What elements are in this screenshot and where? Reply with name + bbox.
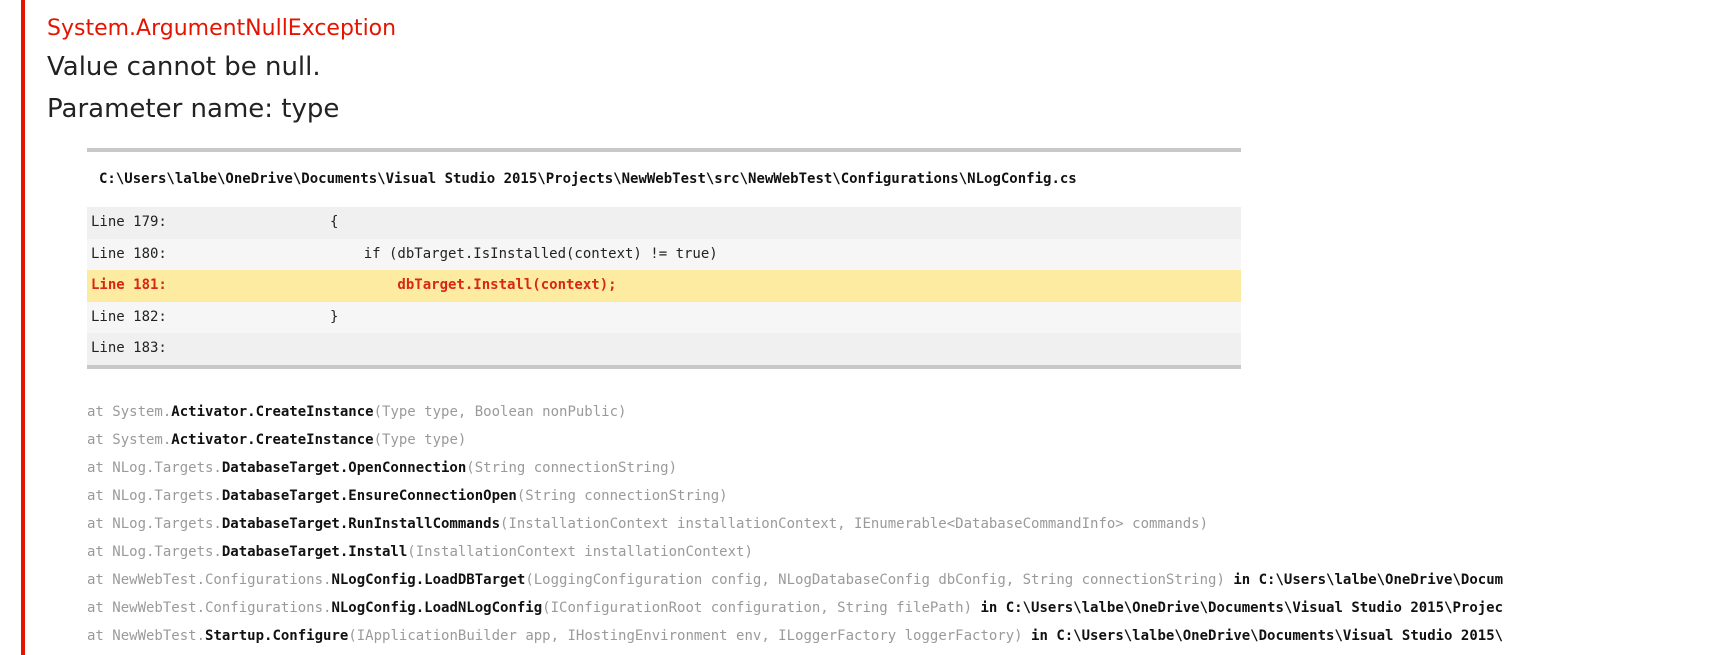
frame-args: (String connectionString) — [516, 488, 728, 504]
stack-frame: at NewWebTest.Configurations.NLogConfig.… — [87, 594, 1503, 622]
frame-args: (IConfigurationRoot configuration, Strin… — [542, 600, 973, 616]
code-line: Line 179: { — [87, 207, 1241, 239]
line-number: Line 182: — [91, 308, 167, 325]
error-accent-bar — [21, 0, 25, 655]
line-number: Line 179: — [91, 214, 167, 230]
line-code: if (dbTarget.IsInstalled(context) != tru… — [330, 245, 718, 262]
frame-args: (String connectionString) — [466, 460, 678, 476]
line-code: dbTarget.Install(context); — [330, 277, 617, 293]
line-code: } — [330, 308, 339, 325]
stack-frame: at NewWebTest.Startup.Configure(IApplica… — [87, 622, 1503, 650]
frame-namespace: at NewWebTest. — [87, 628, 206, 644]
line-code: { — [330, 214, 339, 230]
frame-args: (LoggingConfiguration config, NLogDataba… — [525, 572, 1225, 588]
source-code-panel: C:\Users\lalbe\OneDrive\Documents\Visual… — [87, 148, 1241, 369]
line-number: Line 181: — [91, 277, 167, 293]
frame-namespace: at System. — [87, 432, 172, 448]
frame-method: NLogConfig.LoadDBTarget — [331, 572, 526, 588]
frame-method: Activator.CreateInstance — [171, 432, 374, 448]
stack-frame: at NLog.Targets.DatabaseTarget.Install(I… — [87, 538, 1503, 566]
source-file-path: C:\Users\lalbe\OneDrive\Documents\Visual… — [87, 152, 1241, 207]
code-line: Line 183: — [87, 333, 1241, 365]
frame-location: in C:\Users\lalbe\OneDrive\Documents\Vis… — [1022, 628, 1504, 644]
exception-parameter: Parameter name: type — [47, 94, 340, 124]
code-line-highlighted: Line 181: dbTarget.Install(context); — [87, 270, 1241, 302]
frame-namespace: at NLog.Targets. — [87, 488, 222, 504]
frame-namespace: at NLog.Targets. — [87, 460, 222, 476]
stack-frame: at NLog.Targets.DatabaseTarget.EnsureCon… — [87, 482, 1503, 510]
frame-namespace: at NLog.Targets. — [87, 516, 222, 532]
code-line: Line 180: if (dbTarget.IsInstalled(conte… — [87, 238, 1241, 270]
frame-args: (Type type) — [373, 432, 467, 448]
exception-message: Value cannot be null. — [47, 52, 321, 82]
line-number: Line 183: — [91, 340, 167, 356]
frame-args: (Type type, Boolean nonPublic) — [373, 404, 627, 420]
code-line: Line 182: } — [87, 301, 1241, 333]
stack-frame: at System.Activator.CreateInstance(Type … — [87, 398, 1503, 426]
stack-frame: at System.Activator.CreateInstance(Type … — [87, 426, 1503, 454]
exception-type: System.ArgumentNullException — [47, 16, 397, 41]
frame-args: (InstallationContext installationContext… — [407, 544, 753, 560]
frame-method: Activator.CreateInstance — [171, 404, 374, 420]
frame-method: Startup.Configure — [205, 628, 349, 644]
frame-location: in C:\Users\lalbe\OneDrive\Documents\Vis… — [972, 600, 1504, 616]
frame-location: in C:\Users\lalbe\OneDrive\Docum — [1224, 572, 1504, 588]
frame-method: DatabaseTarget.OpenConnection — [221, 460, 467, 476]
stack-trace: at System.Activator.CreateInstance(Type … — [87, 398, 1503, 650]
frame-args: (IApplicationBuilder app, IHostingEnviro… — [348, 628, 1023, 644]
line-number: Line 180: — [91, 245, 167, 262]
frame-method: DatabaseTarget.Install — [221, 544, 408, 560]
error-page: System.ArgumentNullException Value canno… — [0, 0, 1726, 655]
stack-frame: at NLog.Targets.DatabaseTarget.OpenConne… — [87, 454, 1503, 482]
frame-namespace: at NewWebTest.Configurations. — [87, 572, 332, 588]
frame-method: DatabaseTarget.RunInstallCommands — [221, 516, 501, 532]
frame-namespace: at NLog.Targets. — [87, 544, 222, 560]
frame-method: DatabaseTarget.EnsureConnectionOpen — [221, 488, 517, 504]
stack-frame: at NewWebTest.Configurations.NLogConfig.… — [87, 566, 1503, 594]
frame-namespace: at NewWebTest.Configurations. — [87, 600, 332, 616]
stack-frame: at NLog.Targets.DatabaseTarget.RunInstal… — [87, 510, 1503, 538]
frame-method: NLogConfig.LoadNLogConfig — [331, 600, 543, 616]
frame-namespace: at System. — [87, 404, 172, 420]
frame-args: (InstallationContext installationContext… — [500, 516, 1209, 532]
